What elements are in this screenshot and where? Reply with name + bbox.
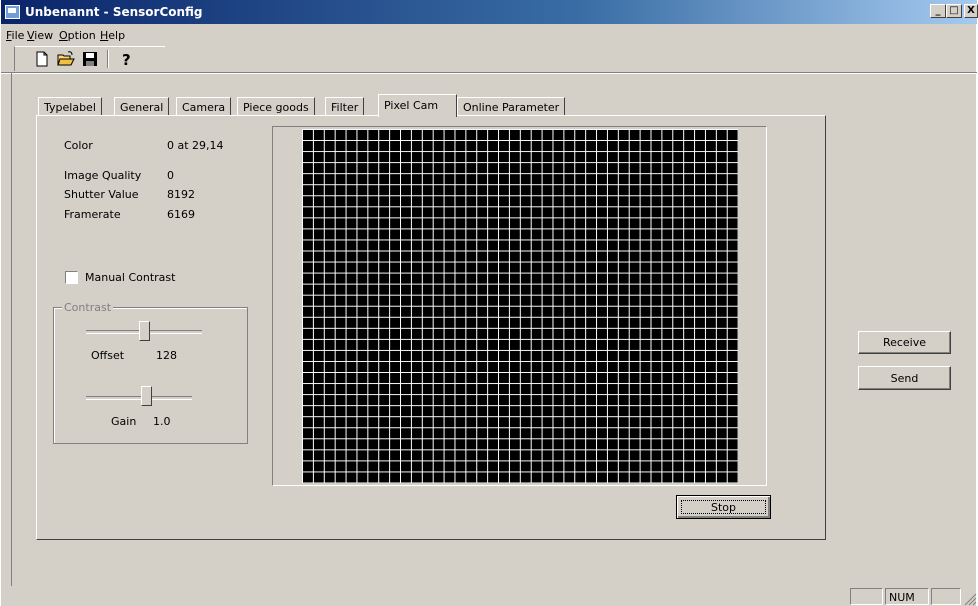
app-window: Unbenannt - SensorConfig _ □ X File View… — [0, 0, 978, 606]
status-bar: NUM — [1, 586, 977, 606]
gain-label: Gain — [111, 415, 137, 428]
new-file-icon[interactable] — [33, 51, 51, 67]
gain-slider-track[interactable] — [86, 396, 192, 400]
toolbar: ? — [14, 46, 165, 71]
gain-value: 1.0 — [153, 415, 171, 428]
open-folder-icon[interactable] — [57, 51, 75, 67]
gain-slider-thumb[interactable] — [141, 386, 152, 406]
status-pane-scroll — [931, 588, 961, 605]
color-value: 0 at 29,14 — [167, 139, 224, 152]
tab-general[interactable]: General — [114, 97, 170, 116]
window-title: Unbenannt - SensorConfig — [25, 5, 203, 19]
status-pane-num: NUM — [885, 588, 929, 605]
resize-grip-icon[interactable] — [963, 592, 977, 606]
send-button[interactable]: Send — [858, 366, 951, 390]
menu-file[interactable]: File — [6, 29, 24, 42]
tab-online-parameter[interactable]: Online Parameter — [457, 97, 566, 116]
image-quality-value: 0 — [167, 169, 174, 182]
offset-slider-thumb[interactable] — [139, 321, 150, 341]
stop-button-focus-rect — [681, 500, 766, 514]
menu-bar: File View Option Help — [1, 27, 977, 45]
manual-contrast-label[interactable]: Manual Contrast — [85, 271, 175, 284]
framerate-value: 6169 — [167, 208, 195, 221]
color-label: Color — [64, 139, 93, 152]
receive-button[interactable]: Receive — [858, 331, 951, 354]
tab-piece-goods[interactable]: Piece goods — [237, 97, 315, 116]
manual-contrast-checkbox[interactable] — [65, 271, 78, 284]
toolbar-separator — [107, 50, 109, 68]
offset-label: Offset — [91, 349, 125, 362]
maximize-button[interactable]: □ — [946, 4, 962, 18]
shutter-value: 8192 — [167, 188, 195, 201]
stop-button[interactable]: Stop — [676, 495, 771, 519]
shutter-value-label: Shutter Value — [64, 188, 139, 201]
pixel-grid-image[interactable] — [302, 129, 738, 483]
framerate-label: Framerate — [64, 208, 121, 221]
tab-camera[interactable]: Camera — [176, 97, 232, 116]
tab-typelabel[interactable]: Typelabel — [38, 97, 102, 116]
client-edge — [11, 73, 12, 586]
svg-text:?: ? — [122, 51, 131, 67]
contrast-groupbox: Contrast — [53, 301, 248, 444]
minimize-button[interactable]: _ — [930, 4, 946, 18]
image-quality-label: Image Quality — [64, 169, 142, 182]
toolbar-divider — [1, 72, 977, 74]
help-question-icon[interactable]: ? — [117, 51, 135, 67]
offset-value: 128 — [156, 349, 177, 362]
tab-pixel-cam[interactable]: Pixel Cam — [378, 94, 457, 117]
tab-filter[interactable]: Filter — [325, 97, 365, 116]
app-icon — [5, 5, 20, 19]
title-bar[interactable]: Unbenannt - SensorConfig _ □ X — [1, 0, 978, 24]
contrast-group-title: Contrast — [62, 301, 114, 314]
menu-view[interactable]: View — [27, 29, 53, 42]
menu-option[interactable]: Option — [59, 29, 96, 42]
close-button[interactable]: X — [964, 4, 978, 18]
status-pane-caps — [850, 588, 883, 605]
menu-help[interactable]: Help — [100, 29, 125, 42]
save-disk-icon[interactable] — [81, 51, 99, 67]
